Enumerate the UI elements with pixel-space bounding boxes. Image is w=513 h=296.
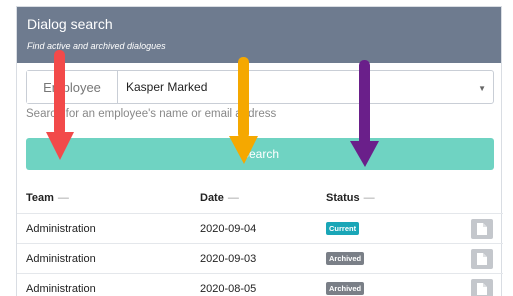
table-row: Administration 2020-09-03 Archived: [17, 243, 503, 273]
date-cell: 2020-08-05: [200, 282, 257, 295]
open-document-button[interactable]: [471, 218, 493, 239]
status-cell: Archived: [326, 282, 365, 295]
status-badge: Archived: [326, 282, 365, 295]
table-header-row: Team — Date — Status —: [17, 183, 503, 213]
team-cell: Administration: [26, 282, 96, 295]
date-cell: 2020-09-03: [200, 252, 257, 265]
column-header-team[interactable]: Team —: [26, 192, 69, 204]
open-document-button[interactable]: [471, 248, 493, 269]
open-document-button[interactable]: [471, 278, 493, 296]
employee-search-group: Employee Kasper Marked ▼: [26, 70, 494, 104]
panel-header: Dialog search Find active and archived d…: [17, 7, 501, 63]
table-row: Administration 2020-08-05 Archived: [17, 273, 503, 296]
chevron-down-icon[interactable]: ▼: [478, 84, 486, 93]
team-cell: Administration: [26, 252, 96, 265]
panel-title: Dialog search: [27, 16, 113, 32]
table-row: Administration 2020-09-04 Current: [17, 213, 503, 243]
search-helper-text: Search for an employee's name or email a…: [26, 108, 277, 120]
column-header-date[interactable]: Date —: [200, 192, 239, 204]
status-cell: Archived: [326, 252, 365, 265]
column-header-status[interactable]: Status —: [326, 192, 375, 204]
document-icon: [477, 252, 487, 265]
team-cell: Administration: [26, 222, 96, 235]
search-button[interactable]: Search: [26, 138, 494, 170]
employee-addon-label: Employee: [27, 71, 118, 103]
status-cell: Current: [326, 222, 360, 235]
panel-subtitle: Find active and archived dialogues: [27, 41, 166, 51]
document-icon: [477, 222, 487, 235]
document-icon: [477, 282, 487, 295]
status-badge: Archived: [326, 252, 365, 265]
date-cell: 2020-09-04: [200, 222, 257, 235]
employee-select[interactable]: Kasper Marked ▼: [118, 71, 493, 103]
employee-select-value: Kasper Marked: [126, 80, 208, 94]
dialog-table: Team — Date — Status — Administration 2020-…: [17, 183, 503, 296]
status-badge: Current: [326, 222, 360, 235]
dialog-search-panel: Dialog search Find active and archived d…: [16, 6, 503, 296]
